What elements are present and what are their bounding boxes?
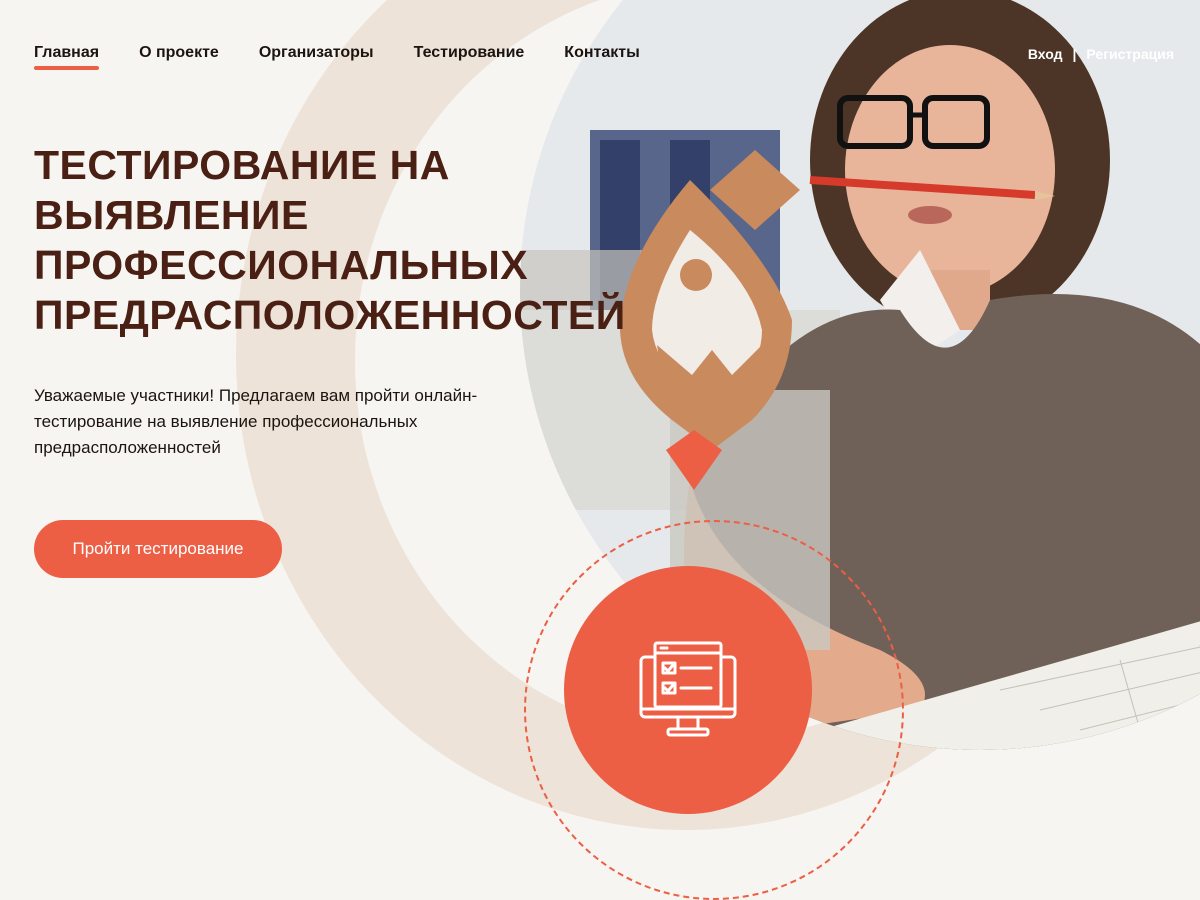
page-title-line: ВЫЯВЛЕНИЕ (34, 192, 309, 238)
auth-separator: | (1072, 46, 1077, 62)
online-test-monitor-icon (639, 641, 737, 737)
nav-item-about[interactable]: О проекте (139, 44, 219, 70)
landing-page: Главная О проекте Организаторы Тестирова… (0, 0, 1200, 900)
page-title-line: ПРОФЕССИОНАЛЬНЫХ (34, 242, 529, 288)
hero-description: Уважаемые участники! Предлагаем вам прой… (34, 386, 478, 457)
login-link[interactable]: Вход (1028, 46, 1063, 62)
start-test-button[interactable]: Пройти тестирование (34, 520, 282, 578)
page-title-line: ТЕСТИРОВАНИЕ НА (34, 142, 450, 188)
nav-item-organizers[interactable]: Организаторы (259, 44, 374, 70)
auth-links: Вход | Регистрация (1028, 46, 1174, 62)
nav-item-testing[interactable]: Тестирование (414, 44, 525, 70)
main-nav: Главная О проекте Организаторы Тестирова… (34, 44, 640, 70)
register-link[interactable]: Регистрация (1086, 46, 1174, 62)
page-title: ТЕСТИРОВАНИЕ НА ВЫЯВЛЕНИЕ ПРОФЕССИОНАЛЬН… (34, 140, 654, 340)
page-title-line: ПРЕДРАСПОЛОЖЕННОСТЕЙ (34, 292, 626, 338)
online-test-badge (564, 566, 812, 814)
nav-item-contacts[interactable]: Контакты (564, 44, 639, 70)
nav-item-home[interactable]: Главная (34, 44, 100, 70)
